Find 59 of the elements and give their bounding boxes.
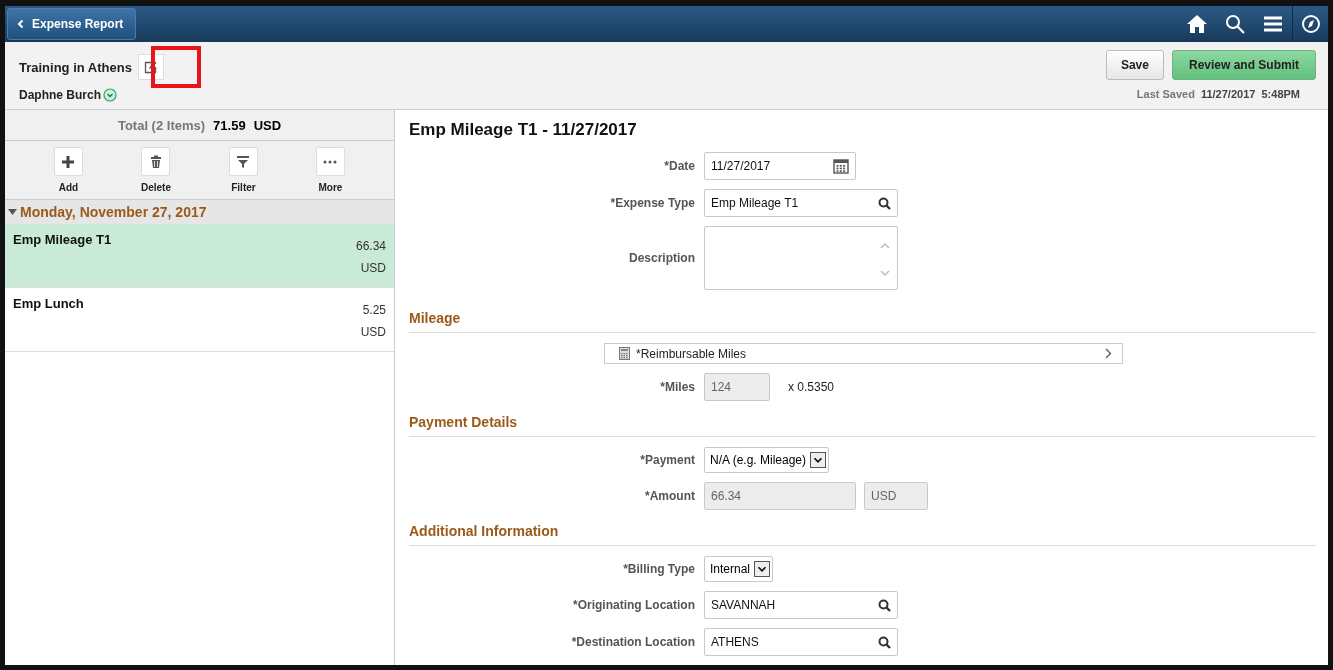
total-amount: 71.59 (213, 117, 246, 133)
more-icon (323, 159, 338, 164)
filter-icon (236, 154, 251, 169)
dropdown-field[interactable]: N/A (e.g. Mileage) (704, 447, 830, 473)
save-button[interactable]: Save (1105, 50, 1164, 80)
field-label: *Destination Location (571, 635, 695, 649)
chevron-left-icon (16, 19, 26, 29)
calculator-icon (619, 347, 630, 360)
date-group-header[interactable]: Monday, November 27, 2017 (5, 200, 394, 224)
edit-icon (144, 60, 158, 74)
calendar-icon[interactable] (833, 158, 849, 174)
collapse-arrow-icon (8, 209, 17, 215)
chevron-down-icon[interactable] (103, 88, 117, 102)
field-label: *Originating Location (573, 598, 695, 612)
field-label: *Billing Type (623, 562, 695, 576)
lookup-field[interactable]: ATHENS (704, 628, 898, 656)
search-icon[interactable] (878, 635, 891, 649)
miles-field: 124 (704, 373, 770, 401)
section-heading: Additional Information (409, 519, 1316, 546)
expense-item[interactable]: Emp Mileage T1 66.34 USD (5, 224, 394, 288)
search-icon[interactable] (878, 598, 891, 612)
last-saved-time: 11/27/2017 5:48PM (1200, 88, 1300, 100)
caret-icon (810, 452, 827, 468)
expense-name: Emp Mileage T1 (13, 232, 112, 249)
field-label: *Miles (660, 380, 695, 394)
expense-amount: 66.34 (355, 239, 386, 253)
last-saved-label: Last Saved (1136, 88, 1195, 100)
lookup-field[interactable]: SAVANNAH (704, 591, 898, 619)
report-title: Training in Athens (19, 59, 132, 75)
field-label: *Expense Type (610, 196, 695, 210)
total-label: Total (2 Items) (117, 117, 206, 133)
section-heading: Payment Details (409, 410, 1316, 437)
reimbursable-miles-link[interactable]: *Reimbursable Miles (604, 343, 1123, 364)
plus-icon (61, 154, 76, 169)
employee-name: Daphne Burch (19, 88, 101, 102)
total-currency: USD (253, 117, 282, 133)
lookup-field[interactable]: Emp Mileage T1 (704, 189, 898, 217)
date-field[interactable]: 11/27/2017 (704, 152, 856, 180)
field-label: *Date (664, 159, 695, 173)
expense-currency: USD (360, 261, 386, 275)
dropdown-field[interactable]: Internal (704, 556, 774, 582)
submit-button[interactable]: Review and Submit (1171, 50, 1316, 80)
amount-field: 66.34 (704, 482, 856, 510)
expense-amount: 5.25 (362, 303, 386, 317)
mileage-rate: x 0.5350 (788, 380, 835, 394)
trash-icon (149, 154, 162, 169)
field-label: *Amount (645, 489, 695, 503)
currency-field: USD (864, 482, 928, 510)
expense-name: Emp Lunch (13, 296, 84, 313)
field-label: *Payment (640, 453, 695, 467)
search-icon[interactable] (878, 196, 891, 210)
caret-icon (754, 561, 771, 577)
field-label: Description (629, 251, 695, 265)
chevron-right-icon (1105, 348, 1112, 359)
detail-title: Emp Mileage T1 - 11/27/2017 (409, 120, 638, 140)
section-heading: Mileage (409, 306, 1316, 333)
expense-currency: USD (360, 325, 386, 339)
description-field[interactable] (704, 226, 898, 290)
back-button[interactable]: Expense Report (7, 8, 137, 40)
